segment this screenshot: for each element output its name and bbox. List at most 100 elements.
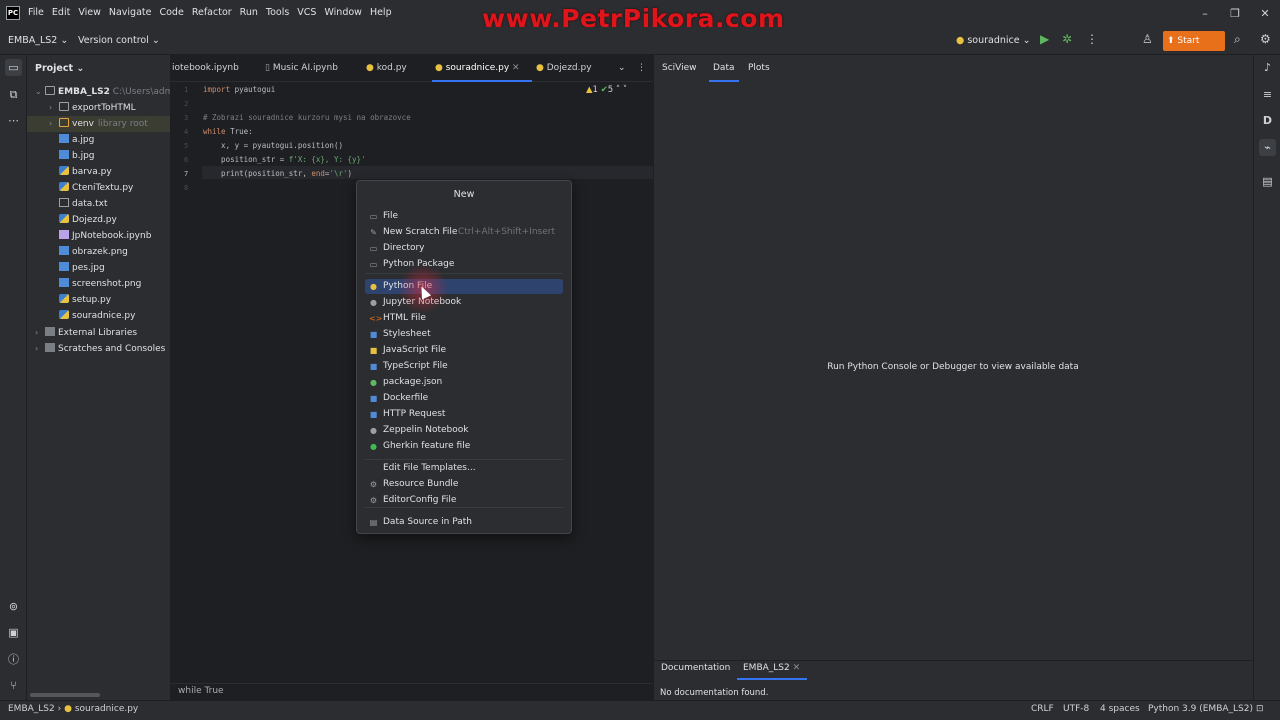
more-icon[interactable]: ⋮: [1086, 32, 1098, 46]
vcs-switcher[interactable]: Version control ⌄: [78, 35, 160, 46]
debug-icon[interactable]: ✲: [1062, 32, 1072, 46]
tree-item[interactable]: › exportToHTML: [27, 100, 170, 116]
restore-icon[interactable]: ❐: [1220, 0, 1250, 27]
menu-item-typescript-file[interactable]: ■ TypeScript File: [365, 359, 563, 374]
more-tools-icon[interactable]: ⋯: [5, 112, 22, 129]
tab-kod[interactable]: ● kod.py: [366, 63, 407, 73]
tree-item[interactable]: screenshot.png: [27, 276, 170, 292]
menu-item-html-file[interactable]: <> HTML File: [365, 311, 563, 326]
chevron-up-icon[interactable]: ˄: [616, 85, 620, 95]
tree-item[interactable]: barva.py: [27, 164, 170, 180]
tab-documentation[interactable]: Documentation: [661, 663, 730, 673]
menu-item-dockerfile[interactable]: ■ Dockerfile: [365, 391, 563, 406]
menu-item-file[interactable]: ▭ File: [365, 209, 563, 224]
tree-item[interactable]: obrazek.png: [27, 244, 170, 260]
tree-root[interactable]: ⌄ EMBA_LS2 C:\Users\adm: [27, 84, 170, 100]
tree-item[interactable]: pes.jpg: [27, 260, 170, 276]
tree-scratches[interactable]: › Scratches and Consoles: [27, 341, 170, 357]
tab-dojezd[interactable]: ● Dojezd.py: [536, 63, 592, 73]
structure-icon[interactable]: ⧉: [5, 86, 22, 103]
database-icon[interactable]: ≡: [1259, 86, 1276, 103]
file-encoding[interactable]: UTF-8: [1063, 704, 1089, 714]
start-exam-button[interactable]: ⬆ Start Exam: [1163, 31, 1225, 66]
notifications-icon[interactable]: ♪: [1259, 59, 1276, 76]
close-icon[interactable]: ✕: [512, 63, 520, 73]
run-config-select[interactable]: ● souradnice ⌄: [956, 35, 1031, 46]
project-folder-icon[interactable]: ▭: [5, 59, 22, 76]
add-user-icon[interactable]: ♙: [1142, 32, 1153, 46]
chevron-down-icon[interactable]: ˅: [623, 85, 627, 95]
tab-sciview[interactable]: SciView: [662, 63, 697, 73]
menu-item-directory[interactable]: ▭ Directory: [365, 241, 563, 256]
close-icon[interactable]: ✕: [793, 663, 801, 673]
terminal-icon[interactable]: ▣: [5, 624, 22, 641]
menu-item-file[interactable]: File: [28, 7, 44, 18]
lock-icon[interactable]: ⊡: [1256, 704, 1264, 714]
python-packages-icon[interactable]: ⊚: [5, 598, 22, 615]
run-icon[interactable]: ▶: [1040, 32, 1049, 46]
menu-item-stylesheet[interactable]: ■ Stylesheet: [365, 327, 563, 342]
menu-item-new-scratch-file[interactable]: ✎ New Scratch File Ctrl+Alt+Shift+Insert: [365, 225, 563, 240]
code-line-5[interactable]: x, y = pyautogui.position(): [203, 141, 343, 150]
menu-item-edit[interactable]: Edit: [52, 7, 70, 18]
menu-item-javascript-file[interactable]: ■ JavaScript File: [365, 343, 563, 358]
menu-item-edit-file-templates[interactable]: Edit File Templates...: [365, 461, 563, 476]
tree-item[interactable]: Dojezd.py: [27, 212, 170, 228]
menu-item-help[interactable]: Help: [370, 7, 392, 18]
more-icon[interactable]: ⋮: [637, 63, 646, 73]
breadcrumb[interactable]: while True: [178, 686, 224, 696]
close-icon[interactable]: ✕: [1250, 0, 1280, 27]
menu-item-package-json[interactable]: ● package.json: [365, 375, 563, 390]
status-breadcrumb[interactable]: EMBA_LS2 › ● souradnice.py: [8, 704, 138, 714]
menu-item-http-request[interactable]: ■ HTTP Request: [365, 407, 563, 422]
tree-external-libraries[interactable]: › External Libraries: [27, 325, 170, 341]
code-line-3[interactable]: # Zobrazi souradnice kurzoru mysi na obr…: [203, 113, 411, 122]
sciview-icon[interactable]: ⌁: [1259, 139, 1276, 156]
tab-emba[interactable]: EMBA_LS2 ✕: [743, 663, 800, 673]
menu-item-zeppelin-notebook[interactable]: ● Zeppelin Notebook: [365, 423, 563, 438]
line-separator[interactable]: CRLF: [1031, 704, 1054, 714]
menu-item-resource-bundle[interactable]: ⚙ Resource Bundle: [365, 477, 563, 492]
menu-item-data-source-in-path[interactable]: ▤ Data Source in Path: [365, 515, 563, 530]
d-icon[interactable]: D: [1259, 112, 1276, 129]
menu-item-view[interactable]: View: [78, 7, 101, 18]
tab-music-ai[interactable]: ▯ Music AI.ipynb: [265, 63, 338, 73]
tree-item[interactable]: data.txt: [27, 196, 170, 212]
chevron-down-icon[interactable]: ⌄: [618, 63, 626, 73]
menu-item-python-package[interactable]: ▭ Python Package: [365, 257, 563, 272]
tree-item[interactable]: CteniTextu.py: [27, 180, 170, 196]
problems-icon[interactable]: ⓘ: [5, 651, 22, 668]
tree-item[interactable]: b.jpg: [27, 148, 170, 164]
menu-item-tools[interactable]: Tools: [266, 7, 289, 18]
menu-item-code[interactable]: Code: [159, 7, 183, 18]
menu-item-navigate[interactable]: Navigate: [109, 7, 152, 18]
documentation-icon[interactable]: ▤: [1259, 173, 1276, 190]
menu-item-jupyter-notebook[interactable]: ●Jupyter Notebook: [365, 295, 563, 310]
search-icon[interactable]: ⌕: [1234, 32, 1241, 47]
menu-item-gherkin-feature-file[interactable]: ● Gherkin feature file: [365, 439, 563, 454]
menu-item-python-file[interactable]: ●Python File: [365, 279, 563, 294]
interpreter-select[interactable]: Python 3.9 (EMBA_LS2): [1148, 704, 1253, 714]
code-line-1[interactable]: import pyautogui: [203, 85, 275, 94]
tree-item[interactable]: a.jpg: [27, 132, 170, 148]
project-switcher[interactable]: EMBA_LS2 ⌄: [8, 35, 68, 46]
menu-item-editorconfig-file[interactable]: ⚙ EditorConfig File: [365, 493, 563, 508]
tab-notebook[interactable]: iotebook.ipynb: [172, 63, 239, 73]
code-line-7[interactable]: print(position_str, end='\r'): [203, 169, 352, 178]
minimize-icon[interactable]: –: [1190, 0, 1220, 27]
code-line-6[interactable]: position_str = f'X: {x}, Y: {y}': [203, 155, 366, 164]
tree-item[interactable]: › venv library root: [27, 116, 170, 132]
tab-plots[interactable]: Plots: [748, 63, 770, 73]
tree-item[interactable]: JpNotebook.ipynb: [27, 228, 170, 244]
menu-item-run[interactable]: Run: [240, 7, 258, 18]
project-panel-title[interactable]: Project ⌄: [35, 63, 84, 74]
menu-item-window[interactable]: Window: [324, 7, 361, 18]
code-line-4[interactable]: while True:: [203, 127, 253, 136]
tab-souradnice[interactable]: ● souradnice.py ✕: [435, 63, 520, 73]
menu-item-refactor[interactable]: Refactor: [192, 7, 232, 18]
tree-item[interactable]: setup.py: [27, 292, 170, 308]
horizontal-scrollbar[interactable]: [30, 693, 100, 697]
tree-item[interactable]: souradnice.py: [27, 308, 170, 324]
git-icon[interactable]: ⑂: [5, 677, 22, 694]
tab-data[interactable]: Data: [713, 63, 735, 73]
